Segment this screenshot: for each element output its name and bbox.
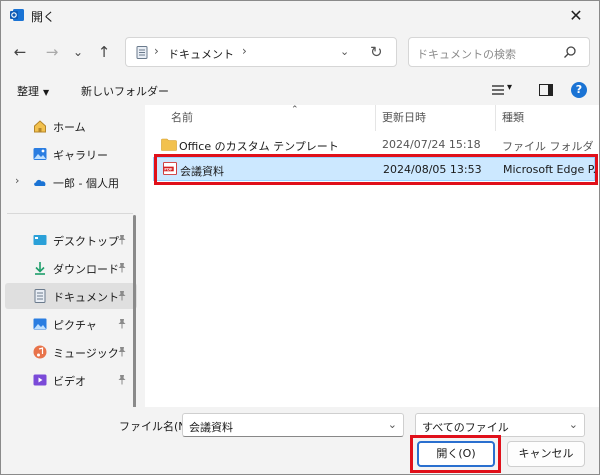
search-placeholder: ドキュメントの検索 (417, 48, 516, 61)
close-icon: ✕ (569, 5, 583, 25)
sidebar-scrollbar[interactable] (133, 215, 136, 415)
search-icon (564, 46, 576, 58)
document-icon (136, 46, 148, 59)
address-bar[interactable]: › ドキュメント › ⌄ ↻ (125, 37, 397, 67)
onedrive-cloud-icon (34, 179, 46, 186)
up-button[interactable]: ↑ (93, 41, 115, 63)
open-button[interactable]: 開く(O) (417, 441, 495, 467)
organize-menu-button[interactable]: 整理 ▼ (17, 83, 49, 99)
documents-icon (34, 289, 46, 303)
window-title: 開く (31, 10, 56, 24)
search-box[interactable]: ドキュメントの検索 (408, 37, 590, 67)
sidebar-item-desktop[interactable]: デスクトップ (5, 227, 137, 253)
pin-icon[interactable] (117, 374, 127, 385)
close-button[interactable]: ✕ (553, 1, 599, 29)
breadcrumb-separator-icon: › (154, 44, 159, 58)
filename-value: 会議資料 (189, 421, 233, 434)
column-header-name[interactable]: 名前 ⌃ (171, 105, 371, 131)
sidebar-item-home[interactable]: ホーム (5, 113, 137, 139)
filetype-select[interactable]: すべてのファイル ⌄ (415, 413, 585, 437)
sidebar-item-label: 一郎 - 個人用 (53, 177, 119, 190)
caret-down-icon: ▼ (43, 88, 50, 97)
preview-pane-icon[interactable] (539, 84, 553, 96)
column-header-modified[interactable]: 更新日時 (382, 109, 492, 131)
cancel-button[interactable]: キャンセル (507, 441, 585, 467)
sort-ascending-icon: ⌃ (291, 105, 299, 115)
organize-label: 整理 (17, 85, 39, 98)
sidebar-item-label: ギャラリー (53, 149, 108, 162)
title-bar: 開く ✕ (1, 1, 599, 29)
gallery-icon (33, 148, 47, 160)
desktop-icon (33, 235, 47, 245)
new-folder-button[interactable]: 新しいフォルダー (81, 83, 169, 99)
column-divider[interactable] (495, 105, 496, 131)
sidebar-divider (7, 213, 133, 214)
help-icon[interactable]: ? (571, 82, 587, 98)
back-button[interactable]: ← (9, 41, 31, 63)
sidebar-item-label: ダウンロード (53, 263, 119, 276)
arrow-up-icon: ↑ (97, 43, 111, 61)
navigation-pane: ホーム ギャラリー › 一郎 - 個人用 デスクトップ ダウンロード ドキュメン… (1, 105, 141, 415)
column-divider[interactable] (375, 105, 376, 131)
column-header-label: 名前 (171, 111, 193, 124)
recent-locations-button[interactable]: ⌄ (67, 41, 89, 63)
pin-icon[interactable] (117, 318, 127, 329)
expand-chevron-icon[interactable]: › (15, 174, 19, 187)
chevron-down-icon[interactable]: ⌄ (388, 418, 397, 431)
sidebar-item-onedrive[interactable]: › 一郎 - 個人用 (5, 169, 137, 195)
pictures-icon (33, 318, 47, 330)
forward-button[interactable]: → (41, 41, 63, 63)
home-icon (34, 120, 46, 133)
sidebar-item-pictures[interactable]: ピクチャ (5, 311, 137, 337)
filetype-value: すべてのファイル (422, 421, 509, 434)
folder-icon (161, 138, 177, 151)
file-list: 名前 ⌃ 更新日時 種類 Office のカスタム テンプレート 2024/07… (145, 105, 599, 407)
sidebar-item-label: ビデオ (53, 375, 86, 388)
sidebar-item-label: デスクトップ (53, 235, 119, 248)
file-modified: 2024/07/24 15:18 (382, 138, 481, 151)
pin-icon[interactable] (117, 262, 127, 273)
open-file-dialog: 開く ✕ ← → ⌄ ↑ › ドキュメント › ⌄ ↻ ドキュメントの検索 整理… (0, 0, 600, 475)
caret-down-icon: ▾ (507, 82, 513, 93)
sidebar-item-gallery[interactable]: ギャラリー (5, 141, 137, 167)
selection-highlight-frame (154, 154, 598, 185)
chevron-down-icon: ⌄ (72, 45, 84, 59)
breadcrumb-documents[interactable]: ドキュメント (168, 46, 234, 62)
file-type: ファイル フォルダー (502, 140, 594, 153)
sidebar-item-label: ドキュメント (53, 291, 119, 304)
address-history-dropdown[interactable]: ⌄ (340, 45, 349, 58)
command-bar: 整理 ▼ 新しいフォルダー ▾ ? (1, 75, 599, 105)
sidebar-item-music[interactable]: ミュージック (5, 339, 137, 365)
sidebar-item-label: ピクチャ (53, 319, 97, 332)
pin-icon[interactable] (117, 346, 127, 357)
videos-icon (33, 374, 47, 386)
arrow-left-icon: ← (13, 43, 27, 61)
file-name: Office のカスタム テンプレート (179, 140, 339, 153)
sidebar-item-documents[interactable]: ドキュメント (5, 283, 137, 309)
breadcrumb-separator-icon[interactable]: › (242, 44, 247, 58)
music-icon (33, 345, 47, 359)
pin-icon[interactable] (117, 234, 127, 245)
sidebar-item-label: ミュージック (53, 347, 119, 360)
sidebar-item-label: ホーム (53, 121, 86, 134)
refresh-icon[interactable]: ↻ (370, 43, 383, 61)
pin-icon[interactable] (117, 290, 127, 301)
view-options-button[interactable]: ▾ (492, 82, 513, 96)
sidebar-item-videos[interactable]: ビデオ (5, 367, 137, 393)
sidebar-item-downloads[interactable]: ダウンロード (5, 255, 137, 281)
arrow-right-icon: → (45, 43, 59, 61)
chevron-down-icon: ⌄ (568, 418, 578, 431)
outlook-app-icon (10, 9, 24, 21)
list-view-icon (492, 85, 504, 95)
column-header-type[interactable]: 種類 (502, 109, 592, 131)
navigation-bar: ← → ⌄ ↑ › ドキュメント › ⌄ ↻ ドキュメントの検索 (1, 29, 599, 75)
dialog-footer: ファイル名(N): 会議資料 ⌄ すべてのファイル ⌄ 開く(O) キャンセル (1, 407, 599, 474)
download-icon (35, 262, 45, 275)
filename-input[interactable]: 会議資料 ⌄ (182, 413, 404, 437)
